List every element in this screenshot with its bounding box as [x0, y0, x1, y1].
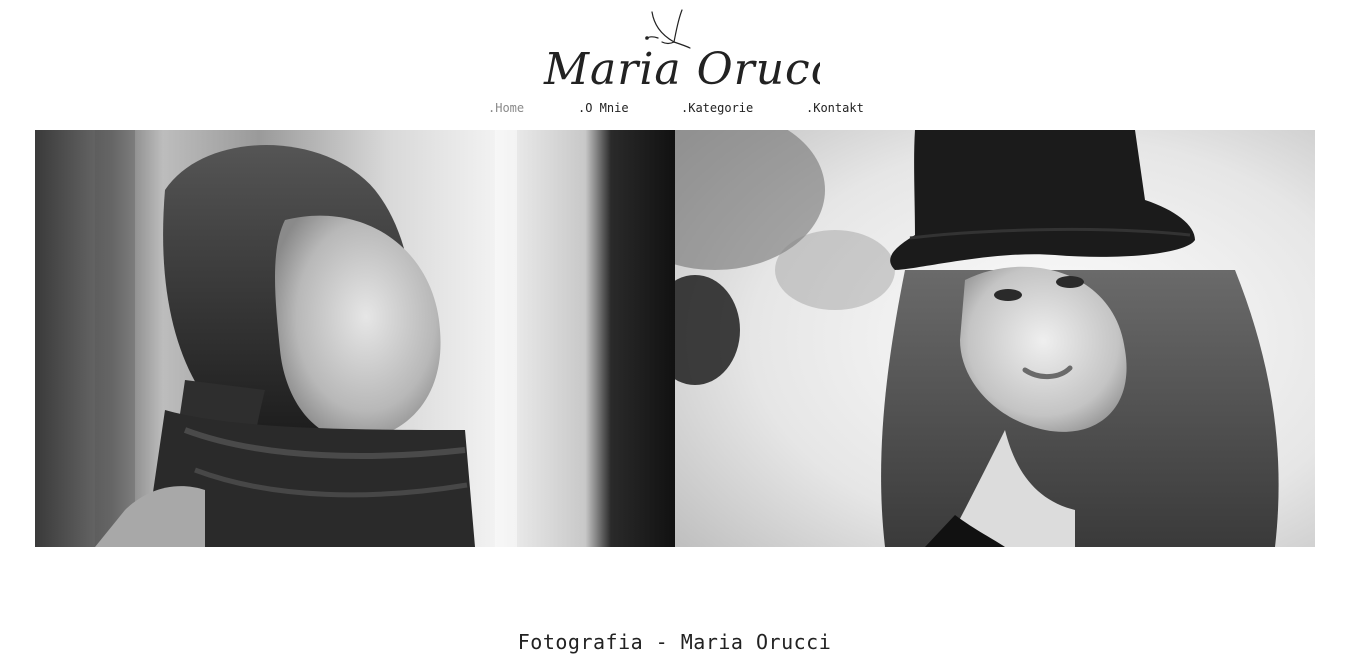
butterfly-icon — [645, 9, 691, 49]
main-nav: .Home .O Mnie .Kategorie .Kontakt — [0, 100, 1349, 118]
portrait-hat-image — [675, 130, 1315, 547]
nav-item-home[interactable]: .Home — [488, 101, 524, 115]
footer-title: Fotografia - Maria Orucci — [517, 630, 832, 654]
site-logo[interactable]: Maria Orucci — [540, 4, 820, 94]
nav-item-o-mnie[interactable]: .O Mnie — [578, 101, 629, 115]
logo-wordmark: Maria Orucci — [543, 44, 820, 94]
nav-item-kategorie[interactable]: .Kategorie — [681, 101, 753, 115]
gallery-photo-left[interactable] — [35, 130, 675, 547]
photo-gallery — [35, 130, 1315, 547]
portrait-profile-image — [35, 130, 675, 547]
nav-item-kontakt[interactable]: .Kontakt — [806, 101, 864, 115]
gallery-photo-right[interactable] — [675, 130, 1315, 547]
